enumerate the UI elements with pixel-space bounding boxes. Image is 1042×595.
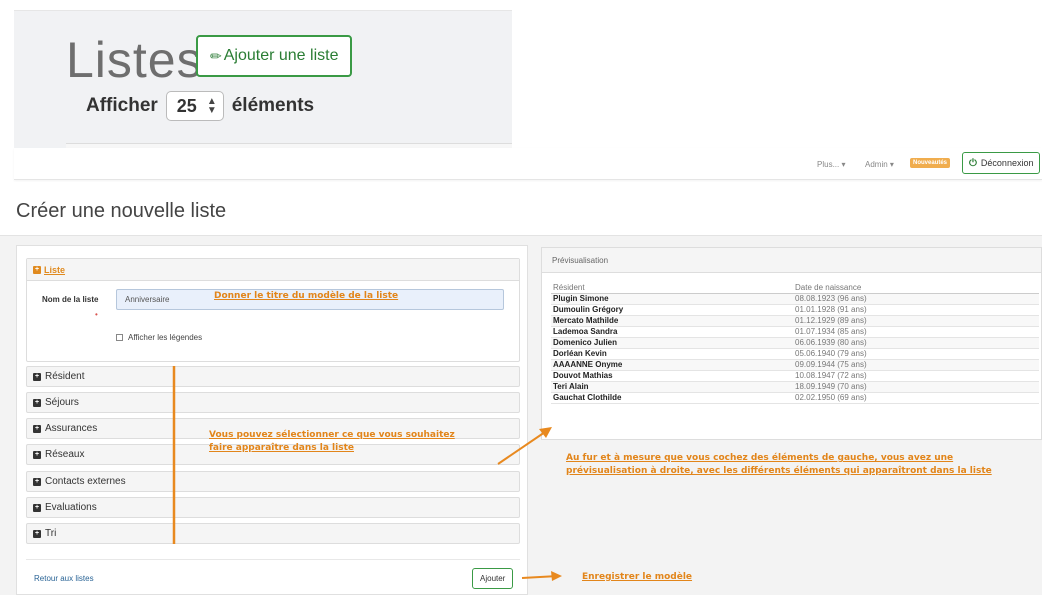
show-legends-checkbox[interactable]: [116, 334, 123, 341]
plus-icon: +: [33, 450, 41, 459]
birth-date: 05.06.1940 (79 ans): [793, 348, 1039, 360]
preview-table: Résident Date de naissance Plugin Simone…: [551, 283, 1039, 404]
resident-name: Domenico Julien: [551, 337, 793, 349]
show-label: Afficher: [86, 95, 158, 116]
preview-panel: Prévisualisation Résident Date de naissa…: [541, 247, 1042, 440]
birth-date: 10.08.1947 (72 ans): [793, 370, 1039, 382]
birth-date: 01.01.1928 (91 ans): [793, 304, 1039, 316]
plus-icon: +: [33, 398, 41, 407]
page-header: Créer une nouvelle liste: [0, 182, 1042, 236]
annotation-preview-note-2: prévisualisation à droite, avec les diff…: [566, 466, 992, 476]
preview-title: Prévisualisation: [542, 248, 1041, 273]
plus-icon: +: [33, 503, 41, 512]
accordion-label: Réseaux: [45, 449, 85, 460]
page-size-value: 25: [176, 95, 197, 116]
accordion-resident[interactable]: + Résident: [26, 366, 520, 387]
table-row: Plugin Simone 08.08.1923 (96 ans): [551, 293, 1039, 305]
section-liste: + Liste Nom de la liste • Anniversaire A…: [26, 258, 520, 362]
show-legends-option[interactable]: Afficher les légendes: [116, 333, 202, 342]
page-size-row: Afficher 25 ▲ ▼ éléments: [86, 91, 314, 121]
accordion-label: Séjours: [45, 397, 79, 408]
listes-header-crop: Listes ✏ Ajouter une liste Afficher 25 ▲…: [14, 10, 512, 151]
table-row: Lademoa Sandra 01.07.1934 (85 ans): [551, 326, 1039, 338]
top-navbar: Plus... ▾ Admin ▾ Nouveautés ⏻ Déconnexi…: [14, 148, 1042, 180]
listes-title: Listes: [66, 32, 203, 88]
annotation-title-note: Donner le titre du modèle de la liste: [214, 291, 399, 301]
table-row: Douvot Mathias 10.08.1947 (72 ans): [551, 370, 1039, 382]
admin-menu[interactable]: Admin ▾: [865, 160, 894, 169]
page-title: Créer une nouvelle liste: [16, 200, 227, 222]
pencil-icon: ✏: [210, 47, 222, 64]
column-header: Date de naissance: [793, 283, 1039, 294]
table-row: AAAANNE Onyme 09.09.1944 (75 ans): [551, 359, 1039, 371]
required-indicator: •: [95, 310, 98, 319]
table-row: Teri Alain 18.09.1949 (70 ans): [551, 381, 1039, 393]
resident-name: Teri Alain: [551, 381, 793, 393]
table-row: Gauchat Clothilde 02.02.1950 (69 ans): [551, 392, 1039, 404]
birth-date: 06.06.1939 (80 ans): [793, 337, 1039, 349]
page-size-select[interactable]: 25 ▲ ▼: [165, 91, 224, 121]
resident-name: Plugin Simone: [551, 293, 793, 305]
birth-date: 02.02.1950 (69 ans): [793, 392, 1039, 404]
annotation-save-note: Enregistrer le modèle: [582, 572, 693, 582]
plus-icon: +: [33, 372, 41, 381]
birth-date: 01.07.1934 (85 ans): [793, 326, 1039, 338]
logout-button[interactable]: ⏻ Déconnexion: [962, 152, 1041, 174]
resident-name: Dorléan Kevin: [551, 348, 793, 360]
news-badge[interactable]: Nouveautés: [910, 158, 951, 168]
plus-icon: +: [33, 477, 41, 486]
table-row: Dumoulin Grégory 01.01.1928 (91 ans): [551, 304, 1039, 316]
resident-name: Mercato Mathilde: [551, 315, 793, 327]
add-button[interactable]: Ajouter: [472, 568, 514, 589]
resident-name: Douvot Mathias: [551, 370, 793, 382]
section-liste-title[interactable]: Liste: [44, 265, 65, 275]
back-to-lists-link[interactable]: Retour aux listes: [34, 574, 94, 583]
accordion-sejours[interactable]: + Séjours: [26, 392, 520, 413]
power-icon: ⏻: [969, 157, 977, 169]
accordion-contacts-externes[interactable]: + Contacts externes: [26, 471, 520, 492]
form-footer-divider: [26, 559, 520, 560]
expand-icon: +: [33, 265, 41, 274]
accordion-label: Evaluations: [45, 502, 97, 513]
plus-icon: +: [33, 529, 41, 538]
resident-name: Lademoa Sandra: [551, 326, 793, 338]
table-row: Mercato Mathilde 01.12.1929 (89 ans): [551, 315, 1039, 327]
accordion-label: Contacts externes: [45, 476, 126, 487]
birth-date: 01.12.1929 (89 ans): [793, 315, 1039, 327]
logout-label: Déconnexion: [980, 158, 1034, 168]
table-row: Domenico Julien 06.06.1939 (80 ans): [551, 337, 1039, 349]
accordion-label: Résident: [45, 371, 85, 382]
spinner-icon: ▲ ▼: [206, 96, 217, 116]
plus-icon: +: [33, 424, 41, 433]
plus-menu[interactable]: Plus... ▾: [817, 160, 845, 169]
add-list-label: Ajouter une liste: [223, 47, 339, 64]
elements-label: éléments: [231, 95, 315, 116]
accordion-label: Assurances: [45, 423, 98, 434]
birth-date: 09.09.1944 (75 ans): [793, 359, 1039, 371]
accordion-tri[interactable]: + Tri: [26, 523, 520, 544]
birth-date: 18.09.1949 (70 ans): [793, 381, 1039, 393]
annotation-select-note-2: faire apparaître dans la liste: [209, 443, 354, 453]
preview-header-row: Résident Date de naissance: [551, 283, 1039, 294]
column-header: Résident: [551, 283, 793, 294]
resident-name: AAAANNE Onyme: [551, 359, 793, 371]
add-list-button[interactable]: ✏ Ajouter une liste: [196, 35, 353, 77]
list-name-label: Nom de la liste: [42, 295, 99, 304]
show-legends-label: Afficher les légendes: [128, 333, 203, 342]
table-row: Dorléan Kevin 05.06.1940 (79 ans): [551, 348, 1039, 360]
resident-name: Dumoulin Grégory: [551, 304, 793, 316]
birth-date: 08.08.1923 (96 ans): [793, 293, 1039, 305]
section-liste-header[interactable]: + Liste: [27, 259, 519, 281]
accordion-evaluations[interactable]: + Evaluations: [26, 497, 520, 518]
resident-name: Gauchat Clothilde: [551, 392, 793, 404]
accordion-label: Tri: [45, 528, 57, 539]
